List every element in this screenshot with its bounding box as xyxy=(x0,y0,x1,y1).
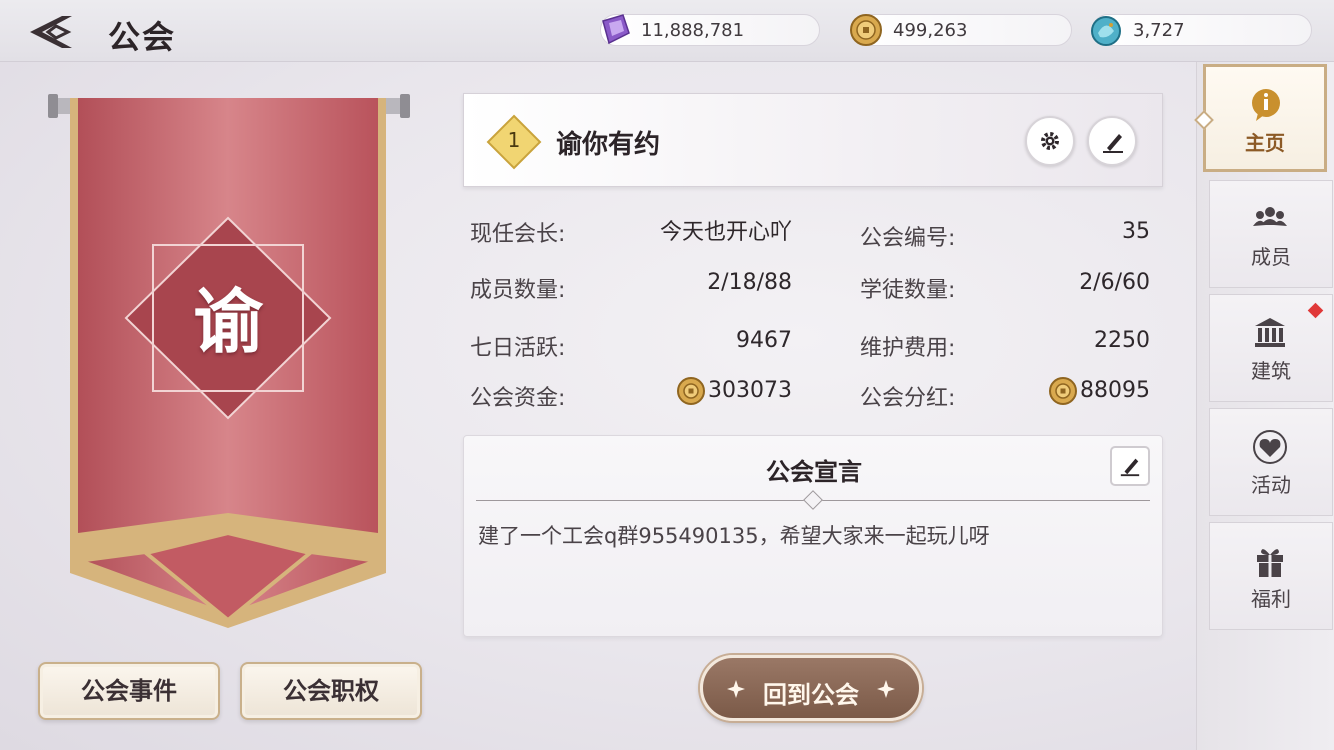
dividend-value-row: 88095 xyxy=(1000,376,1150,406)
nav-label: 福利 xyxy=(1251,587,1291,611)
members-label: 成员数量: xyxy=(470,278,566,303)
apprentices-value: 2/6/60 xyxy=(1079,270,1150,295)
right-nav: 主页 成员 建筑 活动 福利 xyxy=(1194,62,1334,750)
nav-label: 成员 xyxy=(1251,245,1291,269)
guild-name-panel: 1 谕你有约 xyxy=(463,93,1163,187)
funds-value-row: 303073 xyxy=(640,376,792,406)
activity-value: 9467 xyxy=(736,328,792,353)
building-icon xyxy=(1255,318,1285,347)
dividend-label: 公会分红: xyxy=(860,386,956,411)
divider-diamond-icon xyxy=(803,490,823,510)
gift-icon xyxy=(1257,549,1283,577)
guild-name: 谕你有约 xyxy=(556,130,661,160)
declaration-title: 公会宣言 xyxy=(766,458,862,486)
nav-label: 活动 xyxy=(1251,473,1291,497)
nav-tab-home[interactable]: 主页 xyxy=(1194,64,1327,172)
upkeep-label: 维护费用: xyxy=(860,336,956,361)
guild-events-button[interactable]: 公会事件 xyxy=(38,662,220,720)
return-to-guild-button[interactable]: 回到公会 xyxy=(700,655,922,721)
nav-label: 建筑 xyxy=(1251,359,1291,383)
currency-gold-coin[interactable]: 499,263 xyxy=(850,14,1072,46)
currency-dragon-token[interactable]: 3,727 xyxy=(1091,14,1312,46)
dividend-value: 88095 xyxy=(1080,378,1150,403)
guild-roles-button[interactable]: 公会职权 xyxy=(240,662,422,720)
currency-value: 3,727 xyxy=(1133,20,1185,41)
nav-label: 主页 xyxy=(1245,131,1285,155)
funds-label: 公会资金: xyxy=(470,386,566,411)
guild-declaration-panel: 公会宣言 建了一个工会q群955490135，希望大家来一起玩儿呀 xyxy=(463,435,1163,637)
activity-label: 七日活跃: xyxy=(470,336,566,361)
funds-value: 303073 xyxy=(708,378,792,403)
upkeep-value: 2250 xyxy=(1094,328,1150,353)
pen-icon xyxy=(1103,134,1123,153)
members-icon xyxy=(1253,207,1287,226)
pen-icon xyxy=(1120,458,1140,477)
guild-id-value: 35 xyxy=(1122,219,1150,244)
currency-value: 499,263 xyxy=(893,20,968,41)
hearts-icon xyxy=(1253,430,1287,464)
settings-button[interactable] xyxy=(1025,116,1075,166)
currency-value: 11,888,781 xyxy=(641,20,745,41)
gear-icon xyxy=(1041,132,1059,150)
top-bar: 公会 11,888,781 499,263 3,727 xyxy=(0,0,1334,62)
back-button[interactable] xyxy=(26,12,78,52)
leader-value: 今天也开心吖 xyxy=(659,220,792,245)
dragon-token-icon xyxy=(1091,16,1121,46)
guild-coin-icon xyxy=(1049,377,1077,405)
nav-tab-activities[interactable]: 活动 xyxy=(1209,408,1333,516)
guild-level: 1 xyxy=(507,128,521,152)
edit-declaration-button[interactable] xyxy=(1110,446,1150,486)
guild-id-label: 公会编号: xyxy=(860,226,956,251)
members-value: 2/18/88 xyxy=(707,270,792,295)
leader-label: 现任会长: xyxy=(470,222,566,247)
sparkle-icon xyxy=(877,680,895,698)
nav-tab-buildings[interactable]: 建筑 xyxy=(1209,294,1333,402)
nav-tab-members[interactable]: 成员 xyxy=(1209,180,1333,288)
guild-level-badge: 1 xyxy=(486,114,542,170)
notification-badge xyxy=(1307,302,1324,319)
guild-banner: 谕 xyxy=(48,88,410,633)
back-arrow-icon xyxy=(30,16,72,48)
edit-name-button[interactable] xyxy=(1087,116,1137,166)
currency-purple-crystal[interactable]: 11,888,781 xyxy=(600,14,820,46)
purple-crystal-icon xyxy=(602,14,630,45)
declaration-text: 建了一个工会q群955490135，希望大家来一起玩儿呀 xyxy=(478,524,990,548)
page-title: 公会 xyxy=(108,18,177,56)
info-icon xyxy=(1252,89,1280,121)
nav-tab-welfare[interactable]: 福利 xyxy=(1209,522,1333,630)
apprentices-label: 学徒数量: xyxy=(860,278,956,303)
banner-emblem-char: 谕 xyxy=(193,281,263,363)
gold-coin-icon xyxy=(850,14,882,46)
guild-coin-icon xyxy=(677,377,706,405)
